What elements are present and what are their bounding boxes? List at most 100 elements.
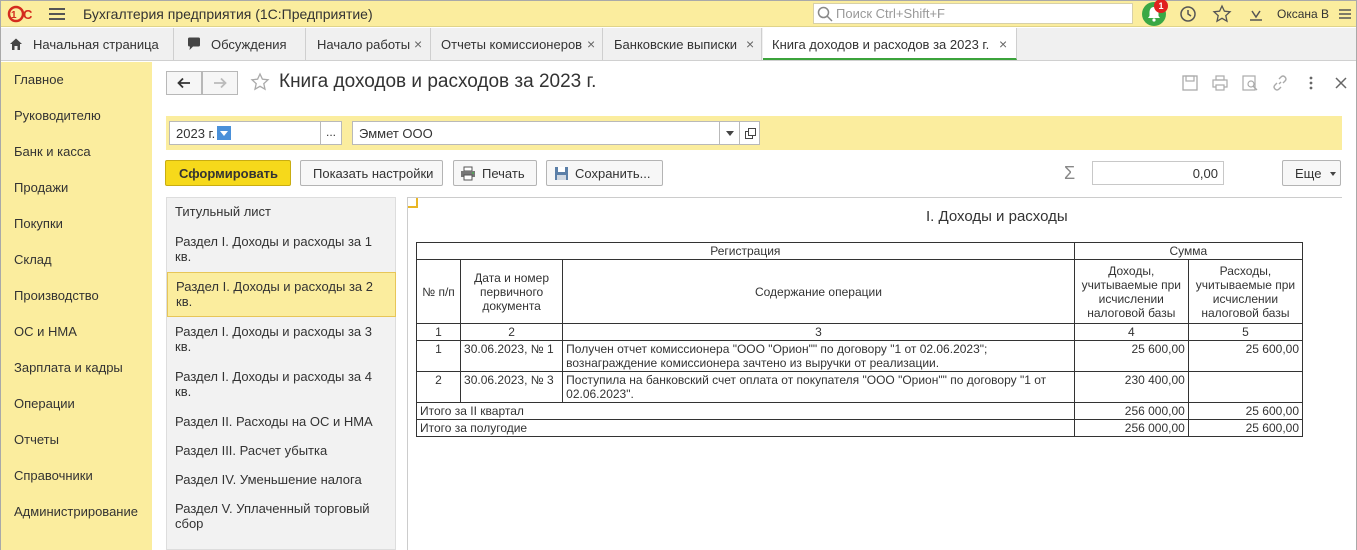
print-label: Печать bbox=[482, 166, 525, 181]
section-item-loss[interactable]: Раздел III. Расчет убытка bbox=[167, 437, 396, 465]
save-button[interactable]: Сохранить... bbox=[546, 160, 663, 186]
section-item-q2[interactable]: Раздел I. Доходы и расходы за 2 кв. bbox=[167, 272, 396, 317]
tab-bar: Начальная страница Обсуждения Начало раб… bbox=[1, 28, 1356, 61]
svg-text:С: С bbox=[23, 7, 33, 22]
row-no: 1 bbox=[415, 340, 462, 372]
sidebar-item-warehouse[interactable]: Склад bbox=[14, 252, 52, 267]
tab-commission-reports[interactable]: Отчеты комиссионеров × bbox=[432, 28, 603, 60]
row-doc: 30.06.2023, № 3 bbox=[460, 371, 564, 403]
total-expense: 25 600,00 bbox=[1187, 419, 1304, 437]
search-placeholder: Поиск Ctrl+Shift+F bbox=[836, 6, 945, 21]
organization-value: Эммет ООО bbox=[359, 126, 433, 141]
row-expense bbox=[1187, 371, 1304, 403]
sum-field: 0,00 bbox=[1092, 161, 1224, 185]
search-input[interactable]: Поиск Ctrl+Shift+F bbox=[813, 3, 1133, 24]
total-expense: 25 600,00 bbox=[1187, 402, 1304, 420]
close-icon[interactable]: × bbox=[999, 36, 1009, 52]
sidebar-item-administration[interactable]: Администрирование bbox=[14, 504, 138, 519]
sidebar-item-payroll[interactable]: Зарплата и кадры bbox=[14, 360, 123, 375]
print-icon[interactable] bbox=[1211, 74, 1229, 92]
show-settings-button[interactable]: Показать настройки bbox=[300, 160, 443, 186]
floppy-icon bbox=[555, 167, 568, 180]
total-row-halfyear[interactable]: Итого за полугодие 256 000,00 25 600,00 bbox=[416, 419, 1304, 437]
report-area[interactable]: I. Доходы и расходы Регистрация Сумма № … bbox=[407, 197, 1342, 550]
period-value: 2023 г. bbox=[176, 126, 216, 141]
more-button[interactable]: Еще bbox=[1282, 160, 1341, 186]
sidebar-item-sales[interactable]: Продажи bbox=[14, 180, 68, 195]
section-list: Титульный лист Раздел I. Доходы и расход… bbox=[166, 197, 396, 550]
section-item-title-page[interactable]: Титульный лист bbox=[167, 198, 396, 226]
organization-dropdown-button[interactable] bbox=[719, 121, 740, 145]
tab-bank-statements[interactable]: Банковские выписки × bbox=[604, 28, 762, 60]
print-button[interactable]: Печать bbox=[453, 160, 537, 186]
sidebar: Главное Руководителю Банк и касса Продаж… bbox=[1, 62, 152, 550]
history-icon[interactable] bbox=[1178, 4, 1198, 24]
total-row-quarter[interactable]: Итого за II квартал 256 000,00 25 600,00 bbox=[416, 402, 1304, 420]
section-item-q1[interactable]: Раздел I. Доходы и расходы за 1 кв. bbox=[167, 228, 396, 270]
column-number-row: 1 2 3 4 5 bbox=[415, 323, 1304, 341]
col-number: 3 bbox=[562, 323, 1075, 341]
sidebar-item-manager[interactable]: Руководителю bbox=[14, 108, 101, 123]
tab-label: Начало работы bbox=[317, 37, 411, 52]
generate-button[interactable]: Сформировать bbox=[165, 160, 291, 186]
section-item-trade-fee[interactable]: Раздел V. Уплаченный торговый сбор bbox=[167, 495, 396, 539]
sidebar-item-fixed-assets[interactable]: ОС и НМА bbox=[14, 324, 77, 339]
sidebar-item-production[interactable]: Производство bbox=[14, 288, 99, 303]
section-item-fixed-assets[interactable]: Раздел II. Расходы на ОС и НМА bbox=[167, 408, 396, 436]
home-icon bbox=[10, 38, 22, 50]
row-doc: 30.06.2023, № 1 bbox=[460, 340, 564, 372]
app-title: Бухгалтерия предприятия (1С:Предприятие) bbox=[83, 6, 373, 22]
col-number: 5 bbox=[1187, 323, 1304, 341]
col-number: 4 bbox=[1073, 323, 1189, 341]
period-dropdown-icon[interactable] bbox=[217, 126, 231, 140]
period-select-button[interactable]: ... bbox=[320, 121, 342, 145]
show-settings-label: Показать настройки bbox=[313, 166, 434, 181]
col-no-header: № п/п bbox=[415, 259, 462, 324]
filter-panel: 2023 г. ... Эммет ООО bbox=[166, 116, 1342, 150]
user-name[interactable]: Оксана В bbox=[1277, 7, 1329, 21]
total-income: 256 000,00 bbox=[1073, 419, 1189, 437]
chevron-down-icon bbox=[1330, 172, 1336, 176]
col-number: 1 bbox=[415, 323, 462, 341]
organization-field[interactable]: Эммет ООО bbox=[352, 121, 720, 145]
close-form-icon[interactable] bbox=[1332, 74, 1350, 92]
sidebar-item-main[interactable]: Главное bbox=[14, 72, 64, 87]
arrow-left-icon bbox=[177, 77, 190, 89]
save-label: Сохранить... bbox=[575, 166, 651, 181]
sidebar-item-bank-cash[interactable]: Банк и касса bbox=[14, 144, 91, 159]
sidebar-item-purchases[interactable]: Покупки bbox=[14, 216, 63, 231]
favorites-star-icon[interactable] bbox=[1212, 4, 1232, 24]
search-icon bbox=[817, 6, 833, 22]
sidebar-item-catalogs[interactable]: Справочники bbox=[14, 468, 93, 483]
main-menu-icon[interactable] bbox=[49, 6, 65, 22]
favorite-star-icon[interactable] bbox=[250, 72, 270, 92]
row-income: 25 600,00 bbox=[1073, 340, 1189, 372]
sidebar-item-operations[interactable]: Операции bbox=[14, 396, 75, 411]
settings-menu-icon[interactable] bbox=[1338, 7, 1352, 21]
tab-discussions[interactable]: Обсуждения bbox=[175, 28, 306, 60]
period-field[interactable]: 2023 г. bbox=[169, 121, 321, 145]
close-icon[interactable]: × bbox=[587, 36, 597, 52]
table-header-row: № п/п Дата и номер первичного документа … bbox=[415, 259, 1304, 324]
section-item-q3[interactable]: Раздел I. Доходы и расходы за 3 кв. bbox=[167, 318, 396, 362]
section-item-q4[interactable]: Раздел I. Доходы и расходы за 4 кв. bbox=[167, 363, 396, 407]
report-title: I. Доходы и расходы bbox=[926, 208, 1068, 225]
user-icon[interactable] bbox=[1246, 4, 1266, 24]
organization-open-button[interactable] bbox=[739, 121, 760, 145]
save-icon[interactable] bbox=[1181, 74, 1199, 92]
table-row[interactable]: 1 30.06.2023, № 1 Получен отчет комиссио… bbox=[415, 340, 1304, 372]
more-vertical-icon[interactable] bbox=[1302, 74, 1320, 92]
tab-getting-started[interactable]: Начало работы × bbox=[307, 28, 431, 60]
tab-home[interactable]: Начальная страница bbox=[1, 28, 174, 60]
tab-label: Банковские выписки bbox=[614, 37, 738, 52]
table-row[interactable]: 2 30.06.2023, № 3 Поступила на банковски… bbox=[415, 371, 1304, 403]
forward-button[interactable] bbox=[202, 71, 238, 95]
close-icon[interactable]: × bbox=[414, 36, 424, 52]
sidebar-item-reports[interactable]: Отчеты bbox=[14, 432, 59, 447]
close-icon[interactable]: × bbox=[746, 36, 756, 52]
section-item-tax-reduction[interactable]: Раздел IV. Уменьшение налога bbox=[167, 466, 396, 494]
tab-income-expense-book[interactable]: Книга доходов и расходов за 2023 г. × bbox=[763, 28, 1017, 60]
back-button[interactable] bbox=[166, 71, 202, 95]
link-icon[interactable] bbox=[1271, 74, 1289, 92]
preview-icon[interactable] bbox=[1241, 74, 1259, 92]
